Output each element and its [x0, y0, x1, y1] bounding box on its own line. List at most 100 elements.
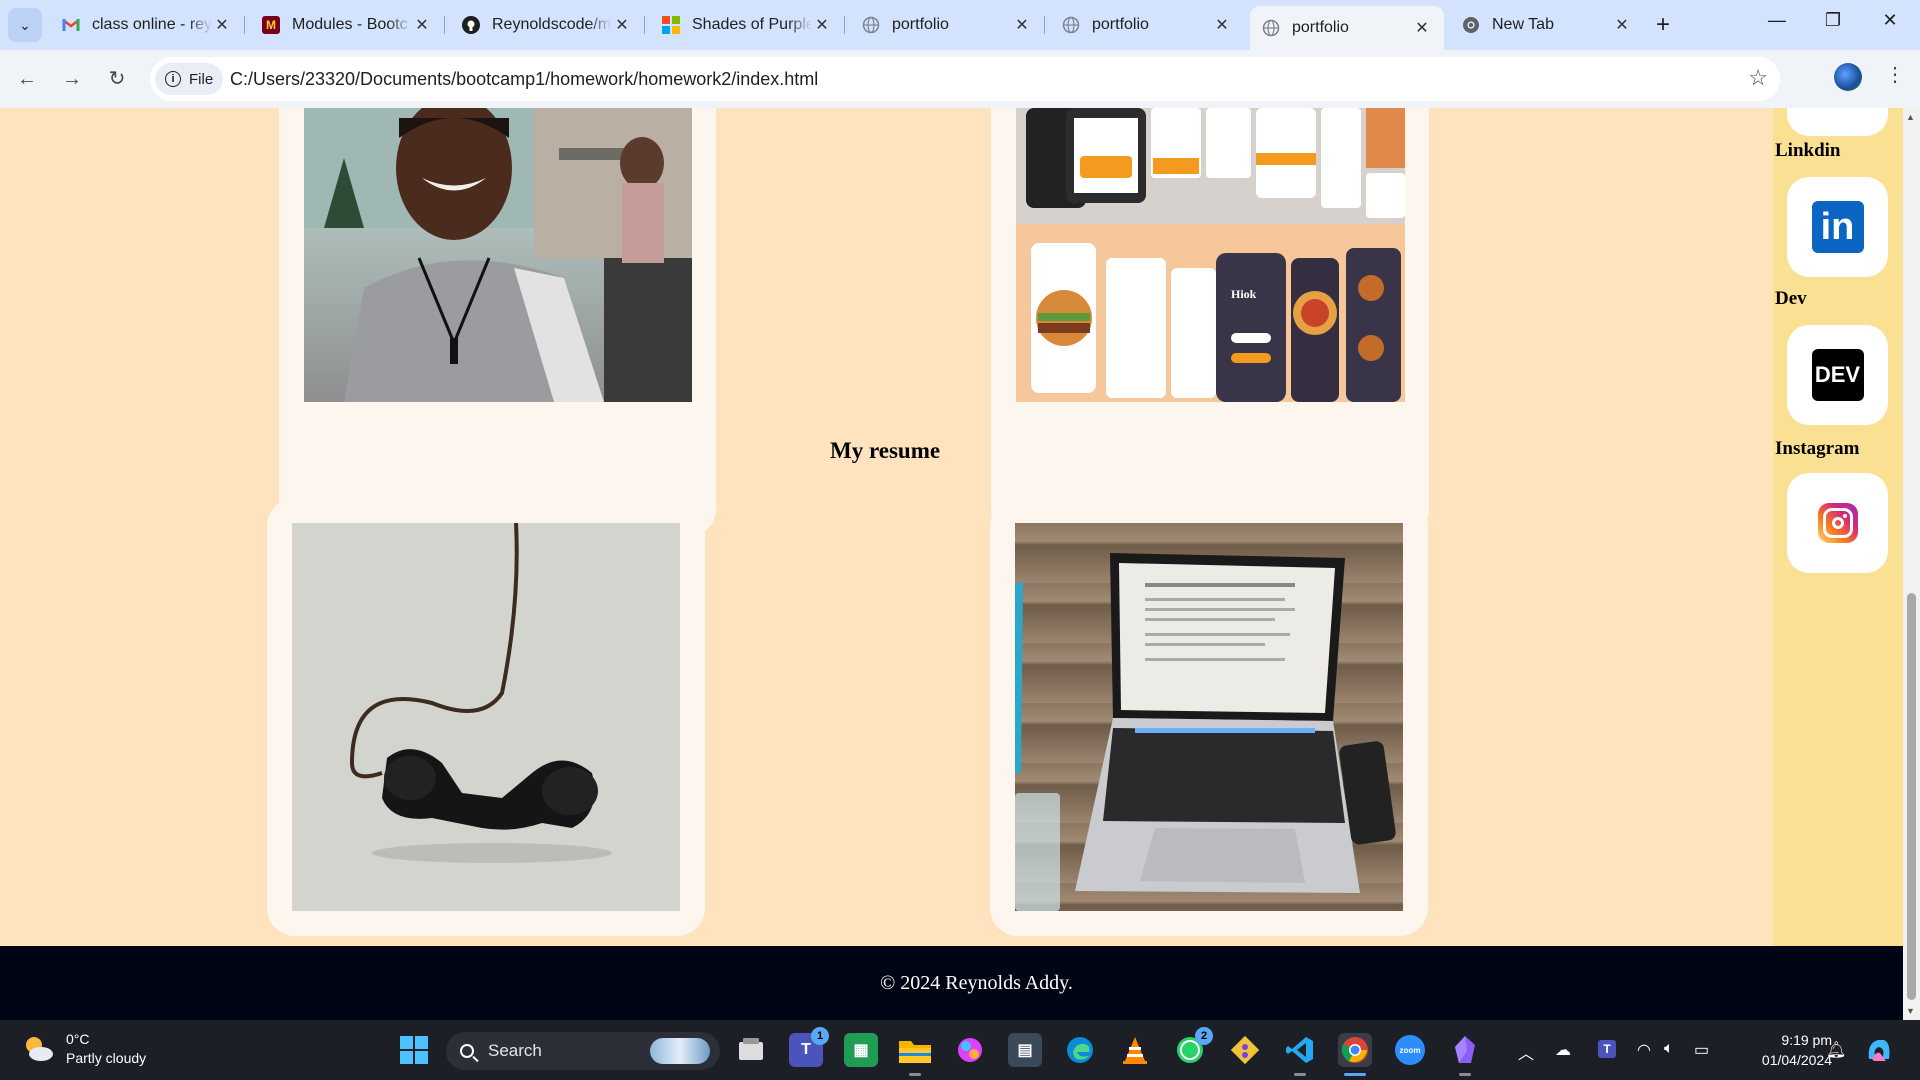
teams-button[interactable]: T 1	[789, 1027, 829, 1067]
onedrive-icon[interactable]: ☁	[1555, 1040, 1571, 1060]
tab-shades-of-purple[interactable]: Shades of Purple ✕	[650, 6, 845, 44]
task-view-button[interactable]	[734, 1033, 768, 1067]
resume-card-contact	[267, 498, 705, 936]
windows-icon	[400, 1036, 428, 1064]
dev-label: Dev	[1775, 288, 1807, 309]
back-button[interactable]: ←	[12, 64, 42, 94]
chrome-button[interactable]	[1338, 1033, 1372, 1076]
copilot-button[interactable]	[1862, 1033, 1896, 1067]
chrome-icon	[1341, 1037, 1368, 1063]
page-scrollbar[interactable]: ▲ ▼	[1903, 108, 1920, 1020]
project-card-portrait	[279, 108, 716, 537]
show-hidden-icons-button[interactable]: ︿	[1518, 1040, 1534, 1064]
social-card-previous[interactable]	[1787, 108, 1888, 136]
teams-tray-icon[interactable]: T	[1598, 1040, 1616, 1058]
tab-github[interactable]: Reynoldscode/m ✕	[450, 6, 645, 44]
tab-separator	[244, 16, 245, 34]
tab-separator	[1044, 16, 1045, 34]
minimize-button[interactable]: —	[1757, 10, 1797, 31]
close-icon: ✕	[1882, 10, 1898, 30]
whatsapp-button[interactable]: 2	[1173, 1027, 1213, 1067]
notification-bell-icon[interactable]: 🔔︎	[1826, 1040, 1846, 1060]
forward-arrow-icon: →	[62, 68, 82, 90]
scroll-down-icon[interactable]: ▼	[1906, 1006, 1915, 1016]
vscode-button[interactable]	[1283, 1033, 1317, 1076]
dev-link[interactable]: DEV	[1787, 325, 1888, 425]
chrome-icon	[1462, 16, 1480, 34]
vlc-icon	[1123, 1037, 1147, 1064]
close-icon[interactable]: ✕	[1612, 15, 1632, 35]
weather-temp: 0°C	[66, 1031, 90, 1047]
resume-card-document	[990, 498, 1428, 936]
tab-separator	[444, 16, 445, 34]
tab-search-button[interactable]: ⌄	[8, 8, 42, 42]
address-bar[interactable]: i File C:/Users/23320/Documents/bootcamp…	[150, 57, 1780, 101]
tab-portfolio-2[interactable]: portfolio ✕	[1050, 6, 1244, 44]
folder-icon	[899, 1041, 931, 1063]
obsidian-icon	[1455, 1036, 1475, 1063]
site-info-chip[interactable]: i File	[155, 63, 224, 95]
battery-icon[interactable]: ▭	[1694, 1040, 1709, 1060]
weather-widget[interactable]: 0°C Partly cloudy	[22, 1030, 146, 1068]
close-icon[interactable]: ✕	[1012, 15, 1032, 35]
teams-icon: T	[801, 1041, 811, 1058]
tab-title: class online - rey	[92, 16, 212, 33]
restore-button[interactable]: ❐	[1813, 10, 1853, 31]
taskbar-search[interactable]: Search	[446, 1032, 720, 1070]
git-app-button[interactable]	[1228, 1033, 1262, 1067]
running-indicator	[1459, 1073, 1471, 1076]
teams-badge: 1	[811, 1027, 829, 1045]
instagram-icon	[1817, 503, 1858, 543]
close-icon[interactable]: ✕	[412, 15, 432, 35]
close-icon[interactable]: ✕	[612, 15, 632, 35]
obsidian-button[interactable]	[1448, 1033, 1482, 1076]
profile-avatar[interactable]	[1834, 63, 1862, 91]
tab-gmail[interactable]: class online - rey ✕	[50, 6, 245, 44]
sheets-app-button[interactable]: ▦	[844, 1033, 878, 1067]
tab-portfolio-active[interactable]: portfolio ✕	[1250, 6, 1444, 50]
file-explorer-button[interactable]	[898, 1033, 932, 1076]
close-icon[interactable]: ✕	[1412, 18, 1432, 38]
calculator-button[interactable]: ▤	[1008, 1033, 1042, 1067]
site-chip-label: File	[189, 70, 214, 88]
instagram-link[interactable]	[1787, 473, 1888, 573]
running-indicator	[909, 1073, 921, 1076]
edge-icon	[1067, 1037, 1093, 1063]
github-icon	[462, 16, 480, 34]
tab-title: portfolio	[1092, 16, 1149, 33]
zoom-button[interactable]: zoom	[1393, 1033, 1427, 1067]
scroll-up-icon[interactable]: ▲	[1906, 112, 1915, 122]
close-window-button[interactable]: ✕	[1870, 10, 1910, 31]
forward-button[interactable]: →	[57, 64, 87, 94]
paint-app-button[interactable]	[953, 1033, 987, 1067]
git-icon	[1230, 1035, 1260, 1065]
portrait-photo	[304, 108, 692, 402]
new-tab-button[interactable]: +	[1650, 12, 1676, 38]
volume-icon[interactable]: 🔈︎	[1664, 1040, 1674, 1058]
wifi-icon[interactable]: ◠	[1637, 1040, 1651, 1060]
edge-button[interactable]	[1063, 1033, 1097, 1067]
whatsapp-badge: 2	[1195, 1027, 1213, 1045]
tab-new-tab[interactable]: New Tab ✕	[1450, 6, 1644, 44]
url-text[interactable]: C:/Users/23320/Documents/bootcamp1/homew…	[230, 69, 818, 90]
search-placeholder: Search	[488, 1041, 542, 1060]
back-arrow-icon: ←	[17, 68, 37, 90]
close-icon[interactable]: ✕	[812, 15, 832, 35]
tab-portfolio-1[interactable]: portfolio ✕	[850, 6, 1045, 44]
partly-cloudy-icon	[22, 1033, 54, 1065]
menu-icon[interactable]: ⋮	[1885, 62, 1905, 87]
close-icon[interactable]: ✕	[212, 15, 232, 35]
close-icon[interactable]: ✕	[1212, 15, 1232, 35]
start-button[interactable]	[397, 1033, 431, 1067]
laptop-image	[1015, 523, 1403, 911]
linkedin-link[interactable]: in	[1787, 177, 1888, 277]
vlc-button[interactable]	[1118, 1033, 1152, 1067]
tab-title: portfolio	[1292, 19, 1349, 36]
tab-modules[interactable]: M Modules - Bootc ✕	[250, 6, 445, 44]
copyright-text: © 2024 Reynolds Addy.	[880, 971, 1073, 994]
scrollbar-thumb[interactable]	[1907, 593, 1916, 1000]
reload-button[interactable]: ↻	[102, 64, 132, 94]
bookmark-star-icon[interactable]: ☆	[1748, 65, 1768, 91]
system-clock[interactable]: 9:19 pm 01/04/2024	[1740, 1030, 1832, 1070]
clock-time: 9:19 pm	[1781, 1032, 1832, 1048]
